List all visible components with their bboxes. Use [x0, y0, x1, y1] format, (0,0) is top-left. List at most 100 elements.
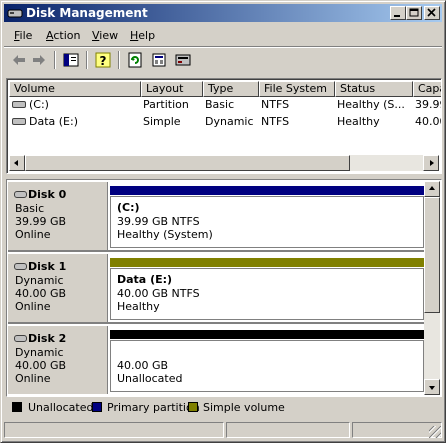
forward-icon[interactable]	[30, 51, 48, 69]
properties-icon[interactable]	[150, 51, 168, 69]
title-bar[interactable]: Disk Management	[4, 4, 442, 22]
cell-file-system: NTFS	[261, 115, 290, 128]
pane-splitter[interactable]	[4, 175, 442, 178]
cell-status: Healthy	[337, 115, 380, 128]
cell-file-system: NTFS	[261, 98, 290, 111]
partition-c[interactable]: (C:) 39.99 GB NTFS Healthy (System)	[110, 186, 424, 248]
disk-icon	[14, 335, 27, 342]
disk-row-1: Disk 1 Dynamic 40.00 GB Online Data (E:)…	[8, 254, 426, 324]
disk-name: Disk 0	[28, 188, 67, 201]
column-header-layout[interactable]: Layout	[141, 81, 203, 97]
column-header-volume[interactable]: Volume	[9, 81, 141, 97]
partition-box: Data (E:) 40.00 GB NTFS Healthy	[110, 268, 424, 320]
column-header-file-system[interactable]: File System	[259, 81, 335, 97]
partition-color-bar	[110, 186, 424, 195]
status-bar	[4, 421, 442, 439]
legend-label-simple: Simple volume	[203, 401, 285, 414]
scroll-right-button[interactable]	[423, 155, 439, 171]
show-hide-pane-icon[interactable]	[62, 51, 80, 69]
partition-box: 40.00 GB Unallocated	[110, 340, 424, 392]
disk-type: Dynamic	[15, 346, 64, 359]
unallocated-space[interactable]: 40.00 GB Unallocated	[110, 330, 424, 392]
disk-state: Online	[15, 228, 51, 241]
partition-e[interactable]: Data (E:) 40.00 GB NTFS Healthy	[110, 258, 424, 320]
minimize-button[interactable]	[390, 6, 406, 20]
disk-size: 40.00 GB	[15, 359, 67, 372]
partition-color-bar	[110, 258, 424, 267]
disk-info-2[interactable]: Disk 2 Dynamic 40.00 GB Online	[8, 326, 108, 394]
close-button[interactable]	[424, 6, 440, 20]
disk-icon	[14, 191, 27, 198]
toolbar-separator	[86, 51, 88, 69]
partition-label: Data (E:)	[117, 273, 173, 286]
window-title: Disk Management	[26, 6, 148, 20]
legend-swatch-primary	[92, 402, 102, 412]
scroll-down-button[interactable]	[424, 379, 440, 395]
status-pane-1	[4, 422, 224, 438]
column-header-capacity[interactable]: Capac	[413, 81, 441, 97]
cell-volume: (C:)	[29, 98, 49, 111]
partition-detail: 40.00 GB NTFS	[117, 287, 200, 300]
svg-text:?: ?	[100, 54, 107, 68]
cell-type: Basic	[205, 98, 235, 111]
partition-status: Unallocated	[117, 372, 183, 385]
minimize-icon	[394, 15, 400, 17]
disk-row-0: Disk 0 Basic 39.99 GB Online (C:) 39.99 …	[8, 182, 426, 252]
cell-status: Healthy (S...	[337, 98, 405, 111]
maximize-icon	[409, 8, 419, 17]
column-header-status[interactable]: Status	[335, 81, 413, 97]
disk-management-window: Disk Management File Action View Help ?	[0, 0, 446, 443]
status-pane-2	[226, 422, 350, 438]
arrow-right-icon	[430, 160, 434, 166]
disk-name: Disk 2	[28, 332, 67, 345]
cell-capacity: 40.00	[415, 115, 441, 128]
scroll-up-button[interactable]	[424, 181, 440, 197]
menu-file[interactable]: File	[14, 29, 32, 42]
table-row[interactable]: (C:) Partition Basic NTFS Healthy (S... …	[9, 97, 441, 113]
help-icon[interactable]: ?	[94, 51, 112, 69]
drive-icon	[12, 118, 26, 125]
disk-info-1[interactable]: Disk 1 Dynamic 40.00 GB Online	[8, 254, 108, 322]
disk-size: 39.99 GB	[15, 215, 67, 228]
vertical-scrollbar[interactable]	[424, 181, 440, 395]
volume-list[interactable]: Volume Layout Type File System Status Ca…	[6, 78, 442, 174]
menu-bar: File Action View Help	[4, 25, 442, 45]
cell-volume: Data (E:)	[29, 115, 79, 128]
legend-swatch-simple	[188, 402, 198, 412]
disk-info-0[interactable]: Disk 0 Basic 39.99 GB Online	[8, 182, 108, 250]
partition-box: (C:) 39.99 GB NTFS Healthy (System)	[110, 196, 424, 248]
partition-status: Healthy (System)	[117, 228, 213, 241]
drive-icon	[12, 101, 26, 108]
disk-type: Basic	[15, 202, 45, 215]
back-icon[interactable]	[10, 51, 28, 69]
refresh-icon[interactable]	[126, 51, 144, 69]
row-divider	[8, 250, 426, 252]
partition-detail: 39.99 GB NTFS	[117, 215, 200, 228]
menu-view[interactable]: View	[92, 29, 118, 42]
legend-label-unallocated: Unallocated	[28, 401, 94, 414]
disk-state: Online	[15, 300, 51, 313]
disk-settings-icon[interactable]	[174, 51, 192, 69]
disk-management-app-icon	[7, 9, 23, 18]
vertical-scroll-thumb[interactable]	[424, 197, 440, 313]
disk-type: Dynamic	[15, 274, 64, 287]
menu-help[interactable]: Help	[130, 29, 155, 42]
disk-name: Disk 1	[28, 260, 67, 273]
horizontal-scrollbar[interactable]	[9, 155, 439, 171]
disk-row-2: Disk 2 Dynamic 40.00 GB Online 40.00 GB …	[8, 326, 426, 396]
column-header-type[interactable]: Type	[203, 81, 259, 97]
legend: Unallocated Primary partition Simple vol…	[6, 398, 442, 418]
partition-label: (C:)	[117, 201, 140, 214]
scroll-left-button[interactable]	[9, 155, 25, 171]
partition-status: Healthy	[117, 300, 160, 313]
disk-state: Online	[15, 372, 51, 385]
toolbar: ?	[4, 48, 442, 74]
maximize-button[interactable]	[406, 6, 422, 20]
resize-grip[interactable]	[429, 426, 441, 438]
menu-action[interactable]: Action	[46, 29, 80, 42]
arrow-down-icon	[429, 386, 435, 390]
table-row[interactable]: Data (E:) Simple Dynamic NTFS Healthy 40…	[9, 114, 441, 130]
cell-layout: Partition	[143, 98, 189, 111]
cell-layout: Simple	[143, 115, 181, 128]
horizontal-scroll-thumb[interactable]	[25, 155, 350, 171]
